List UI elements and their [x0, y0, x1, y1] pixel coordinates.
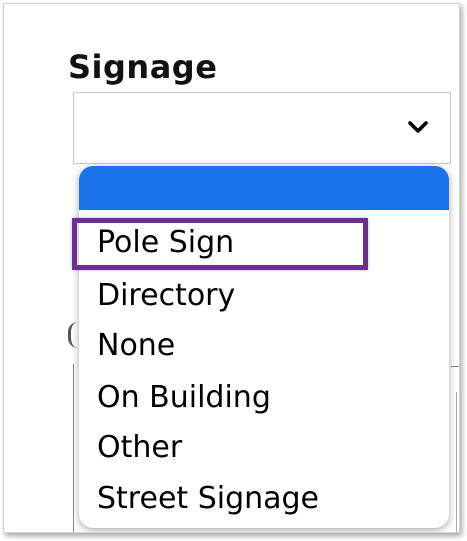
dropdown-option-on-building[interactable]: On Building	[97, 374, 271, 422]
dropdown-option-other[interactable]: Other	[97, 424, 182, 472]
dropdown-option-street-signage[interactable]: Street Signage	[97, 475, 319, 523]
chevron-down-icon	[408, 121, 428, 133]
signage-label: Signage	[68, 48, 218, 86]
screenshot-frame: Signage Pole Sign Directory None On Buil…	[3, 3, 460, 533]
dropdown-option-pole-sign[interactable]: Pole Sign	[97, 219, 234, 267]
dropdown-option-none[interactable]: None	[97, 322, 175, 370]
signage-select[interactable]	[73, 92, 451, 164]
dropdown-option-directory[interactable]: Directory	[97, 272, 235, 320]
background-fragment	[456, 392, 457, 532]
dropdown-option-blank[interactable]	[79, 166, 449, 210]
background-fragment	[73, 364, 74, 532]
signage-dropdown-list: Pole Sign Directory None On Building Oth…	[79, 166, 449, 528]
background-fragment	[451, 366, 459, 367]
